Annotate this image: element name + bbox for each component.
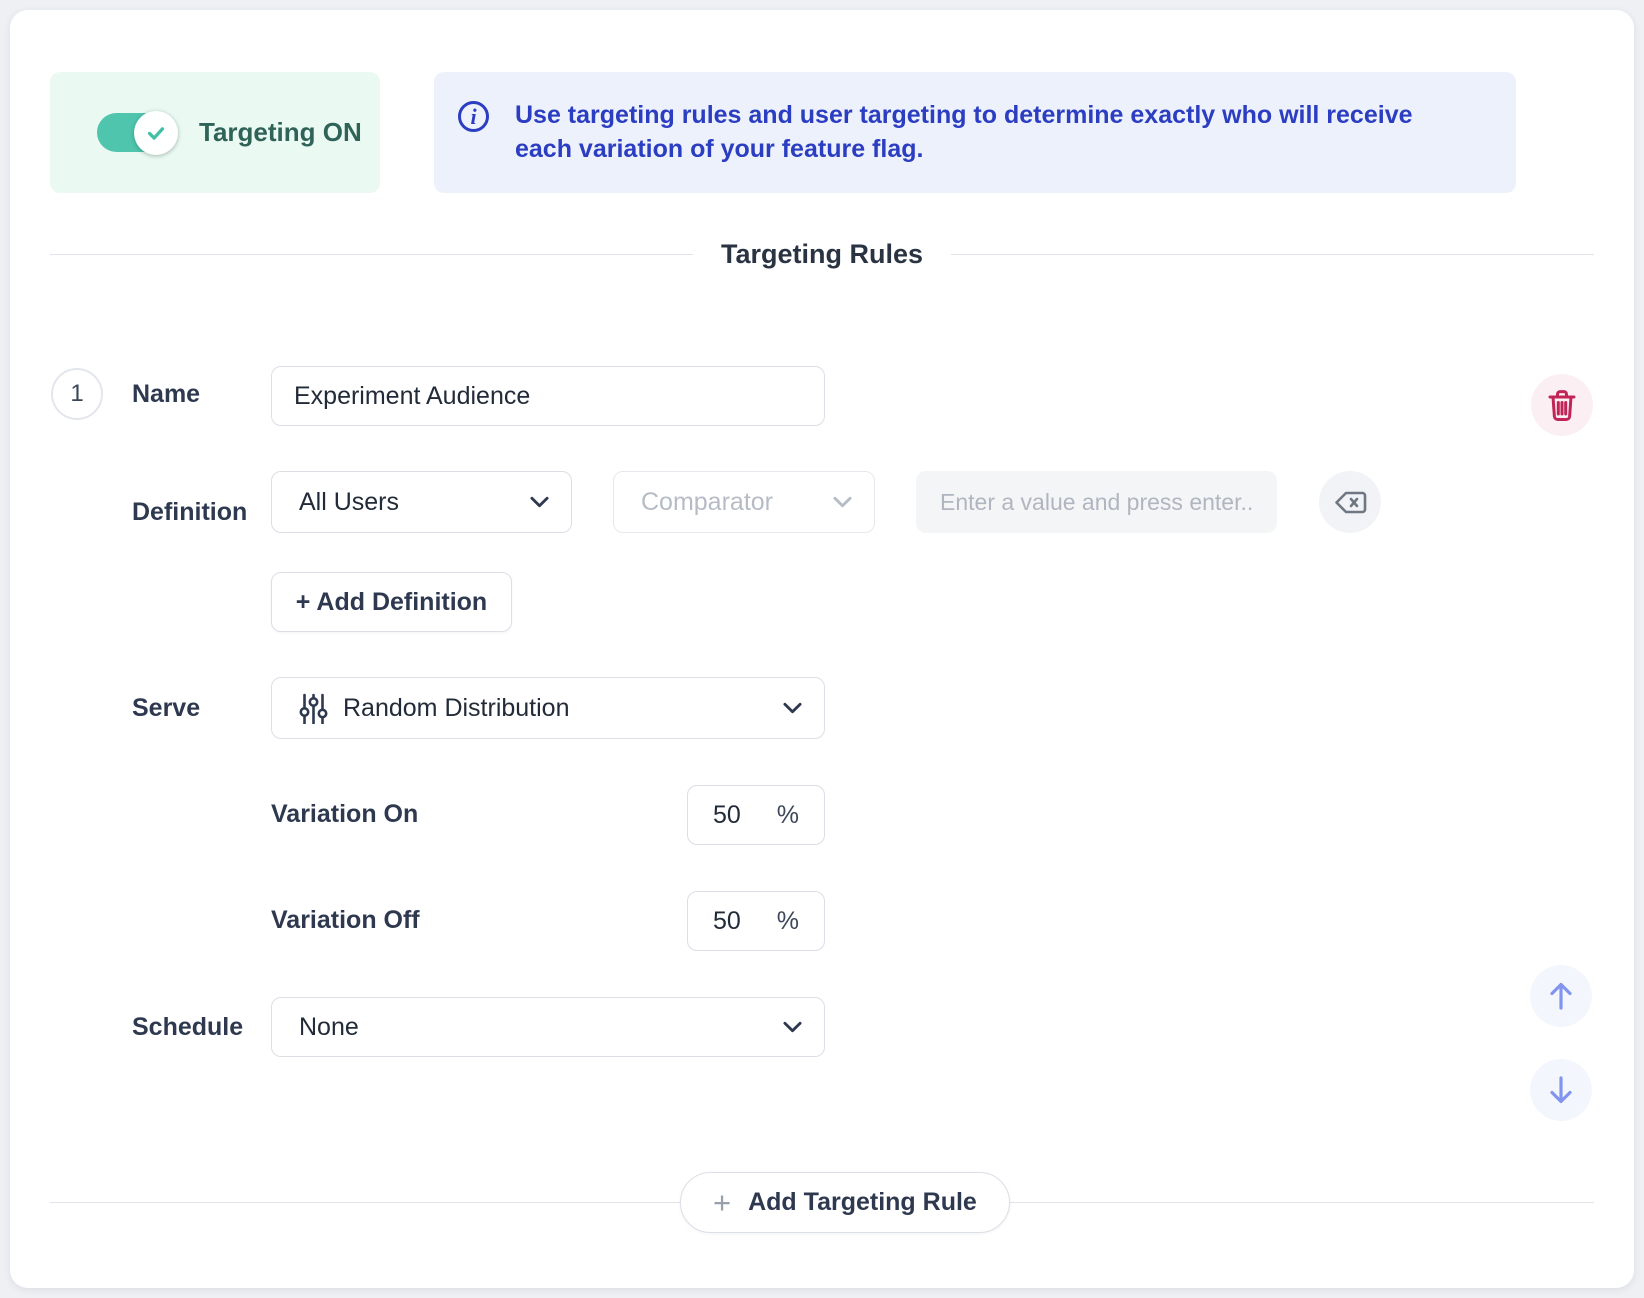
- toggle-thumb: [134, 111, 178, 155]
- variation-off-field: %: [687, 891, 825, 951]
- info-banner: i Use targeting rules and user targeting…: [434, 72, 1516, 193]
- serve-label: Serve: [132, 693, 200, 723]
- schedule-label: Schedule: [132, 1012, 243, 1042]
- section-heading: Targeting Rules: [50, 238, 1594, 270]
- variation-on-input[interactable]: [713, 801, 771, 830]
- targeting-toggle-container: Targeting ON: [50, 72, 380, 193]
- info-banner-text: Use targeting rules and user targeting t…: [515, 98, 1455, 166]
- targeting-toggle-label: Targeting ON: [199, 117, 362, 148]
- plus-icon: +: [713, 1187, 731, 1218]
- info-icon: i: [458, 101, 489, 132]
- add-targeting-rule-button[interactable]: + Add Targeting Rule: [680, 1172, 1010, 1233]
- percent-suffix: %: [777, 907, 799, 936]
- audience-select-value: All Users: [299, 488, 399, 517]
- arrow-down-icon: [1545, 1073, 1577, 1107]
- chevron-down-icon: [530, 496, 549, 508]
- variation-off-label: Variation Off: [271, 905, 420, 935]
- heading-divider-left: [50, 254, 693, 255]
- heading-divider-right: [951, 254, 1594, 255]
- add-definition-button[interactable]: + Add Definition: [271, 572, 512, 632]
- comparator-select[interactable]: Comparator: [613, 471, 875, 533]
- chevron-down-icon: [783, 702, 802, 714]
- move-rule-up-button[interactable]: [1530, 965, 1592, 1027]
- sliders-icon: [299, 693, 328, 724]
- definition-value-input[interactable]: [916, 471, 1277, 533]
- move-rule-down-button[interactable]: [1530, 1059, 1592, 1121]
- schedule-select-value: None: [299, 1013, 359, 1042]
- comparator-select-value: Comparator: [641, 488, 773, 517]
- page-title: Targeting Rules: [721, 239, 923, 270]
- chevron-down-icon: [833, 496, 852, 508]
- variation-on-field: %: [687, 785, 825, 845]
- rule-number-badge: 1: [51, 368, 103, 420]
- definition-label: Definition: [132, 497, 247, 527]
- delete-rule-button[interactable]: [1531, 374, 1593, 436]
- schedule-select[interactable]: None: [271, 997, 825, 1057]
- backspace-icon: [1334, 491, 1367, 514]
- serve-select-value: Random Distribution: [343, 694, 570, 723]
- chevron-down-icon: [783, 1021, 802, 1033]
- targeting-card: Targeting ON i Use targeting rules and u…: [10, 10, 1634, 1288]
- add-targeting-rule-label: Add Targeting Rule: [748, 1188, 977, 1217]
- check-icon: [145, 122, 167, 144]
- variation-on-label: Variation On: [271, 799, 418, 829]
- variation-off-input[interactable]: [713, 907, 771, 936]
- trash-icon: [1547, 389, 1577, 422]
- percent-suffix: %: [777, 801, 799, 830]
- clear-definition-button[interactable]: [1319, 471, 1381, 533]
- arrow-up-icon: [1545, 979, 1577, 1013]
- audience-select[interactable]: All Users: [271, 471, 572, 533]
- rule-name-input[interactable]: [271, 366, 825, 426]
- name-label: Name: [132, 379, 200, 409]
- serve-select[interactable]: Random Distribution: [271, 677, 825, 739]
- targeting-toggle[interactable]: [97, 113, 176, 152]
